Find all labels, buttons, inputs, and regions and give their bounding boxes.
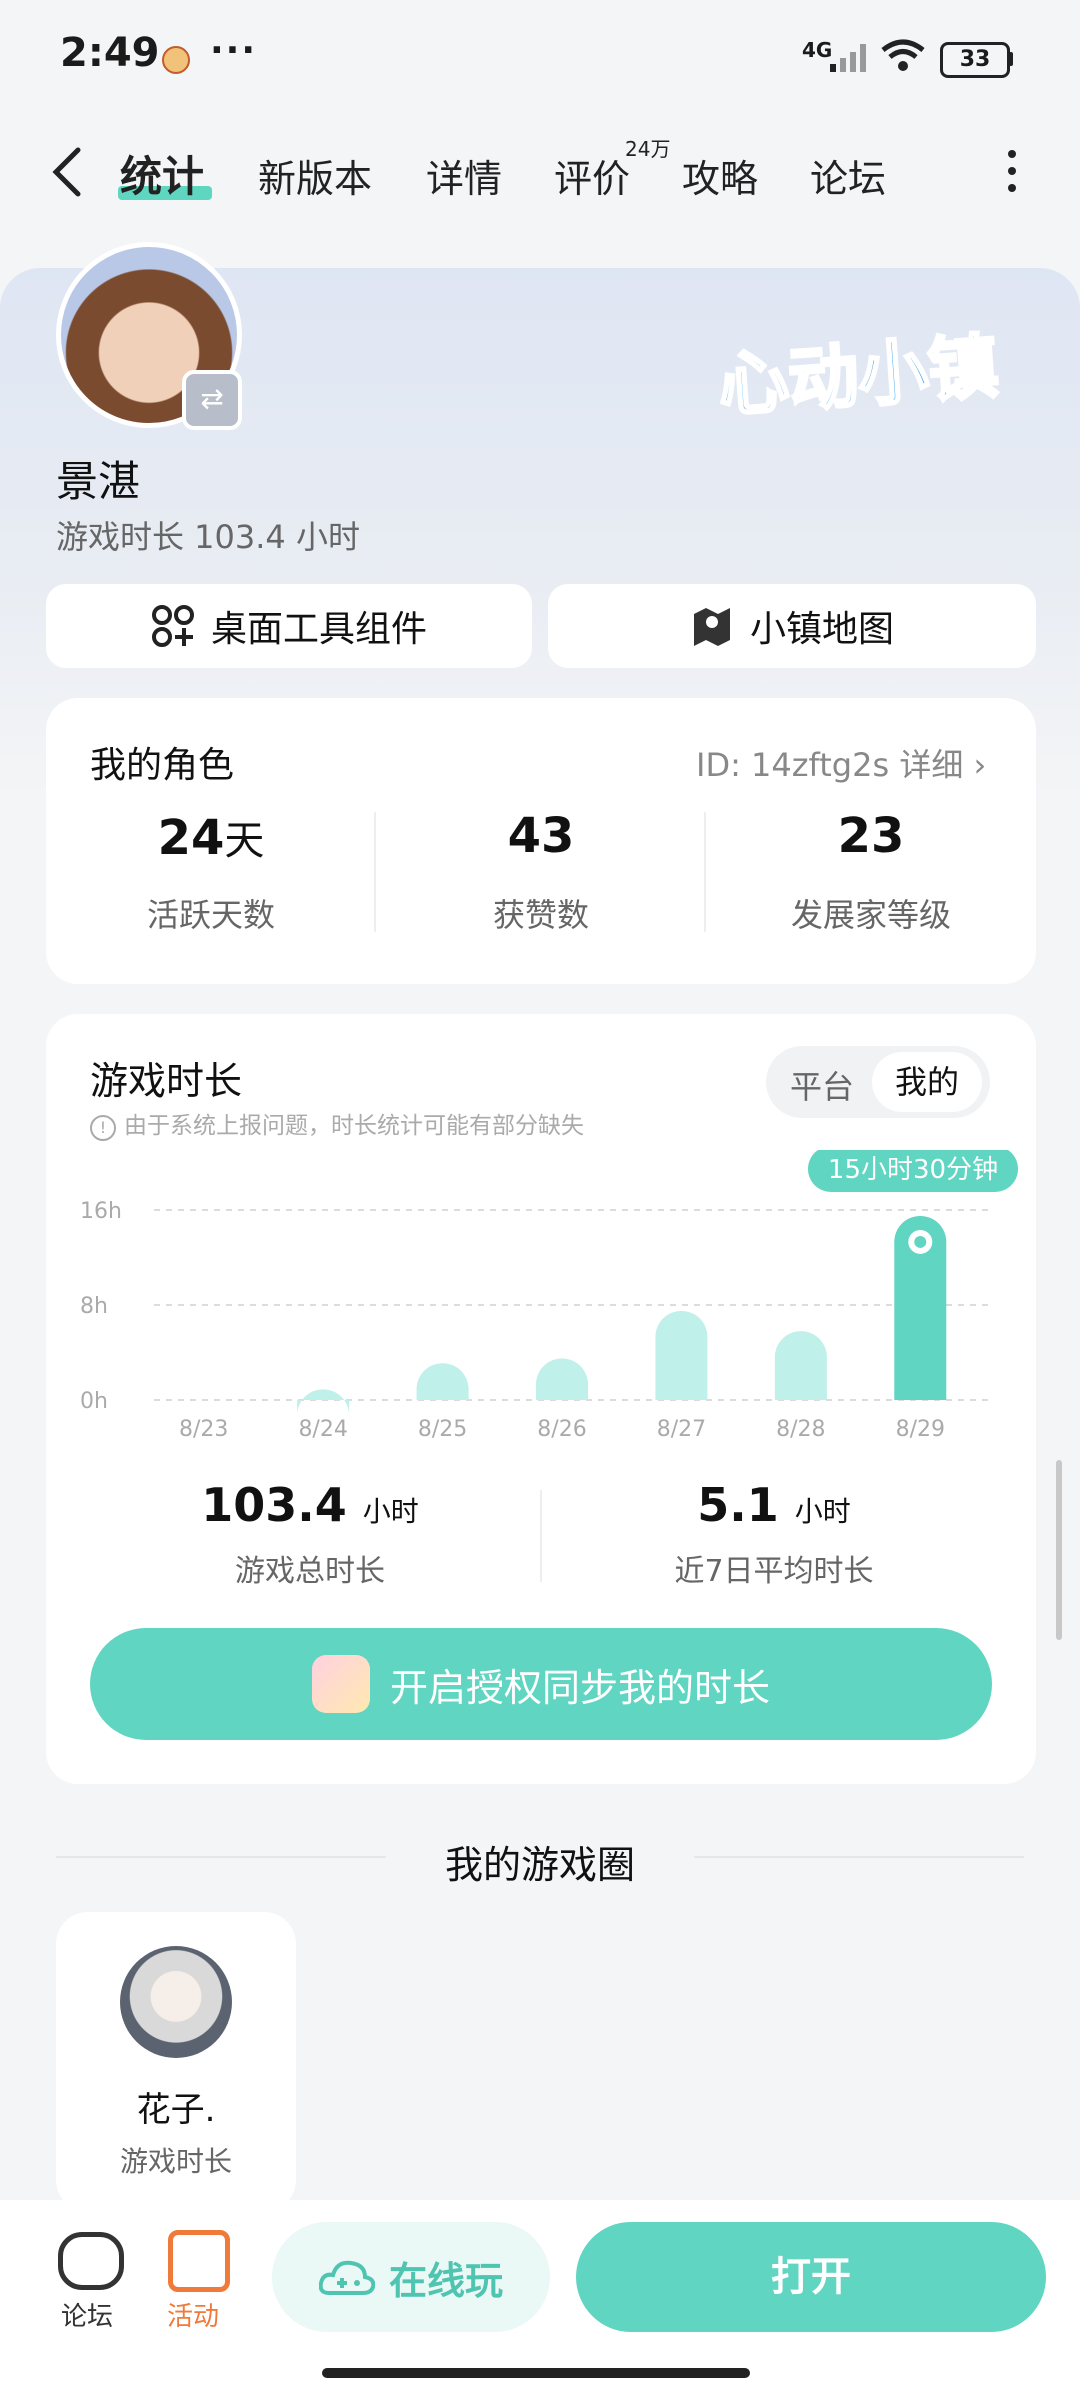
likes-value: 43 (507, 808, 575, 864)
section-divider (694, 1856, 1024, 1858)
tab-stats[interactable]: 统计 (120, 143, 204, 204)
x-tick-label: 8/24 (298, 1417, 347, 1442)
widget-icon (151, 605, 194, 647)
toggle-mine[interactable]: 我的 (872, 1052, 982, 1112)
sync-mascot-icon (311, 1655, 370, 1713)
switch-character-icon[interactable]: ⇄ (182, 370, 242, 430)
role-id-link[interactable]: ID: 14zftg2s 详细 › (696, 740, 986, 786)
town-map-button[interactable]: 小镇地图 (548, 584, 1036, 668)
play-time-chart: 0h 8h 16h 8/23 8/24 8/25 8/26 8/27 8/28 15小时30分钟 8… (80, 1150, 1018, 1442)
chart-bar (774, 1331, 827, 1400)
play-online-label: 在线玩 (388, 2258, 503, 2303)
desktop-widget-button[interactable]: 桌面工具组件 (46, 584, 532, 668)
y-tick-label: 8h (80, 1294, 108, 1319)
cloud-gamepad-icon (318, 2260, 375, 2295)
desktop-widget-label: 桌面工具组件 (210, 609, 427, 650)
total-play-time-label: 游戏总时长 (235, 1554, 385, 1589)
sync-play-time-button[interactable]: 开启授权同步我的时长 (90, 1628, 992, 1740)
average-play-time-value: 5.1 小时 (697, 1478, 851, 1532)
review-count-badge: 24万 (625, 137, 671, 161)
x-tick-label: 8/23 (179, 1417, 228, 1442)
more-options-icon[interactable] (1000, 148, 1024, 194)
play-time-note: ! 由于系统上报问题，时长统计可能有部分缺失 (90, 1106, 584, 1141)
status-time: 2:49 (60, 30, 160, 76)
activity-tab-label[interactable]: 活动 (158, 2296, 228, 2333)
signal-icon (830, 44, 866, 72)
tab-reviews[interactable]: 评价 (554, 148, 630, 203)
play-time-title: 游戏时长 (90, 1059, 243, 1103)
friend-name: 花子. (136, 2090, 216, 2130)
player-play-time: 游戏时长 103.4 小时 (56, 518, 360, 556)
section-divider (56, 1856, 386, 1858)
friend-play-time-label: 游戏时长 (119, 2145, 232, 2178)
home-indicator[interactable] (322, 2368, 750, 2378)
back-icon[interactable] (48, 146, 84, 198)
scrollbar[interactable] (1056, 1460, 1062, 1640)
x-tick-label: 8/28 (776, 1417, 825, 1442)
chart-bar (416, 1363, 469, 1400)
developer-level-value: 23 (837, 808, 905, 864)
friend-avatar[interactable] (120, 1946, 232, 2058)
x-tick-label: 8/27 (657, 1417, 706, 1442)
tab-new-version[interactable]: 新版本 (258, 148, 372, 203)
chart-bar (536, 1358, 588, 1400)
play-online-button[interactable]: 在线玩 (272, 2222, 550, 2332)
role-title: 我的角色 (90, 745, 235, 786)
more-notifications-icon: ··· (210, 30, 258, 71)
map-icon (693, 608, 730, 646)
tab-forum[interactable]: 论坛 (810, 148, 886, 203)
chart-bar (655, 1310, 708, 1400)
average-play-time-label: 近7日平均时长 (674, 1554, 874, 1589)
active-days-value: 24天 (157, 810, 265, 866)
chart-bar (297, 1389, 350, 1416)
town-map-label: 小镇地图 (749, 609, 894, 650)
y-tick-label: 0h (80, 1389, 108, 1414)
forum-tab-label[interactable]: 论坛 (52, 2296, 122, 2333)
gift-icon[interactable] (168, 2230, 230, 2292)
tab-details[interactable]: 详情 (426, 148, 502, 203)
notification-app-icon (162, 46, 190, 74)
stat-divider (540, 1490, 542, 1582)
toggle-platform[interactable]: 平台 (790, 1062, 854, 1108)
game-logo: 心动小镇 (714, 324, 1002, 428)
x-tick-label: 8/26 (537, 1417, 586, 1442)
battery-tip (1008, 52, 1013, 66)
tab-guides[interactable]: 攻略 (682, 148, 758, 203)
open-game-button[interactable]: 打开 (576, 2222, 1046, 2332)
total-play-time-value: 103.4 小时 (201, 1478, 419, 1532)
active-days-label: 活跃天数 (146, 896, 275, 934)
developer-level-label: 发展家等级 (790, 896, 951, 934)
player-name: 景湛 (56, 457, 141, 506)
y-tick-label: 16h (80, 1199, 122, 1224)
likes-label: 获赞数 (492, 896, 589, 934)
bar-tooltip-label: 15小时30分钟 (828, 1155, 998, 1185)
sync-play-time-label: 开启授权同步我的时长 (389, 1665, 770, 1710)
bar-marker-dot (914, 1235, 927, 1248)
battery-indicator: 33 (940, 42, 1010, 78)
game-circle-title: 我的游戏圈 (444, 1843, 635, 1887)
x-tick-label: 8/25 (418, 1417, 467, 1442)
x-tick-label: 8/29 (896, 1417, 945, 1442)
info-icon: ! (90, 1115, 116, 1141)
wifi-icon (881, 39, 925, 71)
forum-icon[interactable] (58, 2232, 124, 2290)
